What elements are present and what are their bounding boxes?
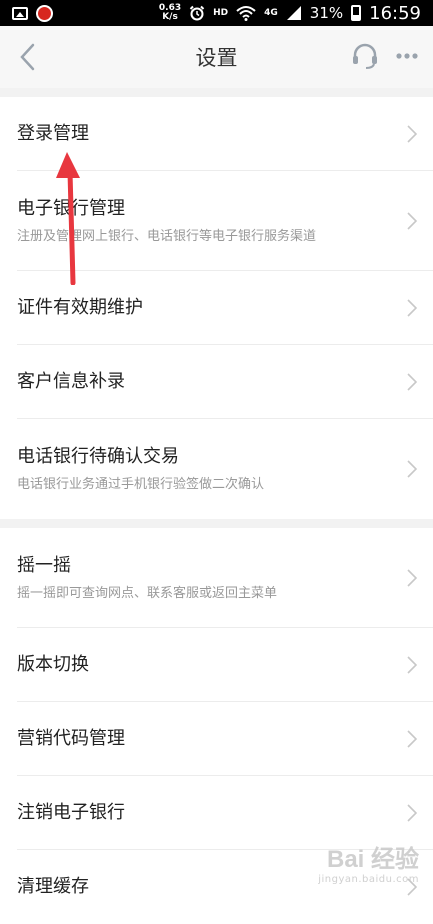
setting-ebank-management[interactable]: 电子银行管理 注册及管理网上银行、电话银行等电子银行服务渠道 <box>0 171 433 271</box>
network-type: 4G <box>264 8 278 18</box>
setting-marketing-code[interactable]: 营销代码管理 <box>0 702 433 776</box>
item-title: 注销电子银行 <box>17 802 125 823</box>
item-subtitle: 注册及管理网上银行、电话银行等电子银行服务渠道 <box>17 229 317 244</box>
item-title: 证件有效期维护 <box>17 297 143 318</box>
chevron-right-icon <box>407 730 417 748</box>
battery-percent: 31% <box>309 4 344 22</box>
setting-shake[interactable]: 摇一摇 摇一摇即可查询网点、联系客服或返回主菜单 <box>0 528 433 628</box>
hd-indicator: HD <box>213 8 229 18</box>
settings-group-1: 登录管理 电子银行管理 注册及管理网上银行、电话银行等电子银行服务渠道 证件有效… <box>0 97 433 519</box>
network-speed: 0.63 K/s <box>158 3 182 22</box>
chevron-right-icon <box>407 373 417 391</box>
item-title: 营销代码管理 <box>17 728 125 749</box>
chevron-right-icon <box>407 804 417 822</box>
chevron-left-icon <box>20 43 35 71</box>
chevron-right-icon <box>407 460 417 478</box>
item-subtitle: 电话银行业务通过手机银行验签做二次确认 <box>17 477 265 492</box>
item-title: 电子银行管理 <box>17 198 125 219</box>
gallery-notification-icon <box>12 6 28 20</box>
bank-notification-icon <box>36 4 53 22</box>
chevron-right-icon <box>407 299 417 317</box>
chevron-right-icon <box>407 212 417 230</box>
setting-phone-bank-confirm[interactable]: 电话银行待确认交易 电话银行业务通过手机银行验签做二次确认 <box>0 419 433 519</box>
item-title: 摇一摇 <box>17 555 71 576</box>
status-bar: 0.63 K/s HD 4G 31% 16:59 <box>0 0 433 26</box>
page-title: 设置 <box>195 46 238 70</box>
setting-version-switch[interactable]: 版本切换 <box>0 628 433 702</box>
signal-icon <box>286 6 301 20</box>
battery-icon <box>351 5 362 21</box>
more-button[interactable] <box>391 40 423 72</box>
setting-login-management[interactable]: 登录管理 <box>0 97 433 171</box>
customer-service-headset-icon[interactable] <box>349 40 381 72</box>
clock: 16:59 <box>369 2 421 24</box>
setting-customer-info[interactable]: 客户信息补录 <box>0 345 433 419</box>
chevron-right-icon <box>407 125 417 143</box>
watermark-url: jingyan.baidu.com <box>318 874 419 885</box>
baidu-jingyan-watermark: Bai 经验 jingyan.baidu.com <box>318 839 419 885</box>
item-title: 版本切换 <box>17 654 89 675</box>
alarm-icon <box>189 5 205 21</box>
watermark-logo: Bai 经验 <box>326 846 419 873</box>
item-title: 电话银行待确认交易 <box>17 446 179 467</box>
item-subtitle: 摇一摇即可查询网点、联系客服或返回主菜单 <box>17 586 278 601</box>
back-button[interactable] <box>10 39 46 75</box>
chevron-right-icon <box>407 569 417 587</box>
wifi-icon <box>236 6 256 21</box>
item-title: 客户信息补录 <box>17 371 125 392</box>
setting-id-validity[interactable]: 证件有效期维护 <box>0 271 433 345</box>
more-dots-icon <box>396 53 418 59</box>
item-title: 登录管理 <box>17 123 89 144</box>
nav-bar: 设置 <box>0 26 433 88</box>
chevron-right-icon <box>407 656 417 674</box>
